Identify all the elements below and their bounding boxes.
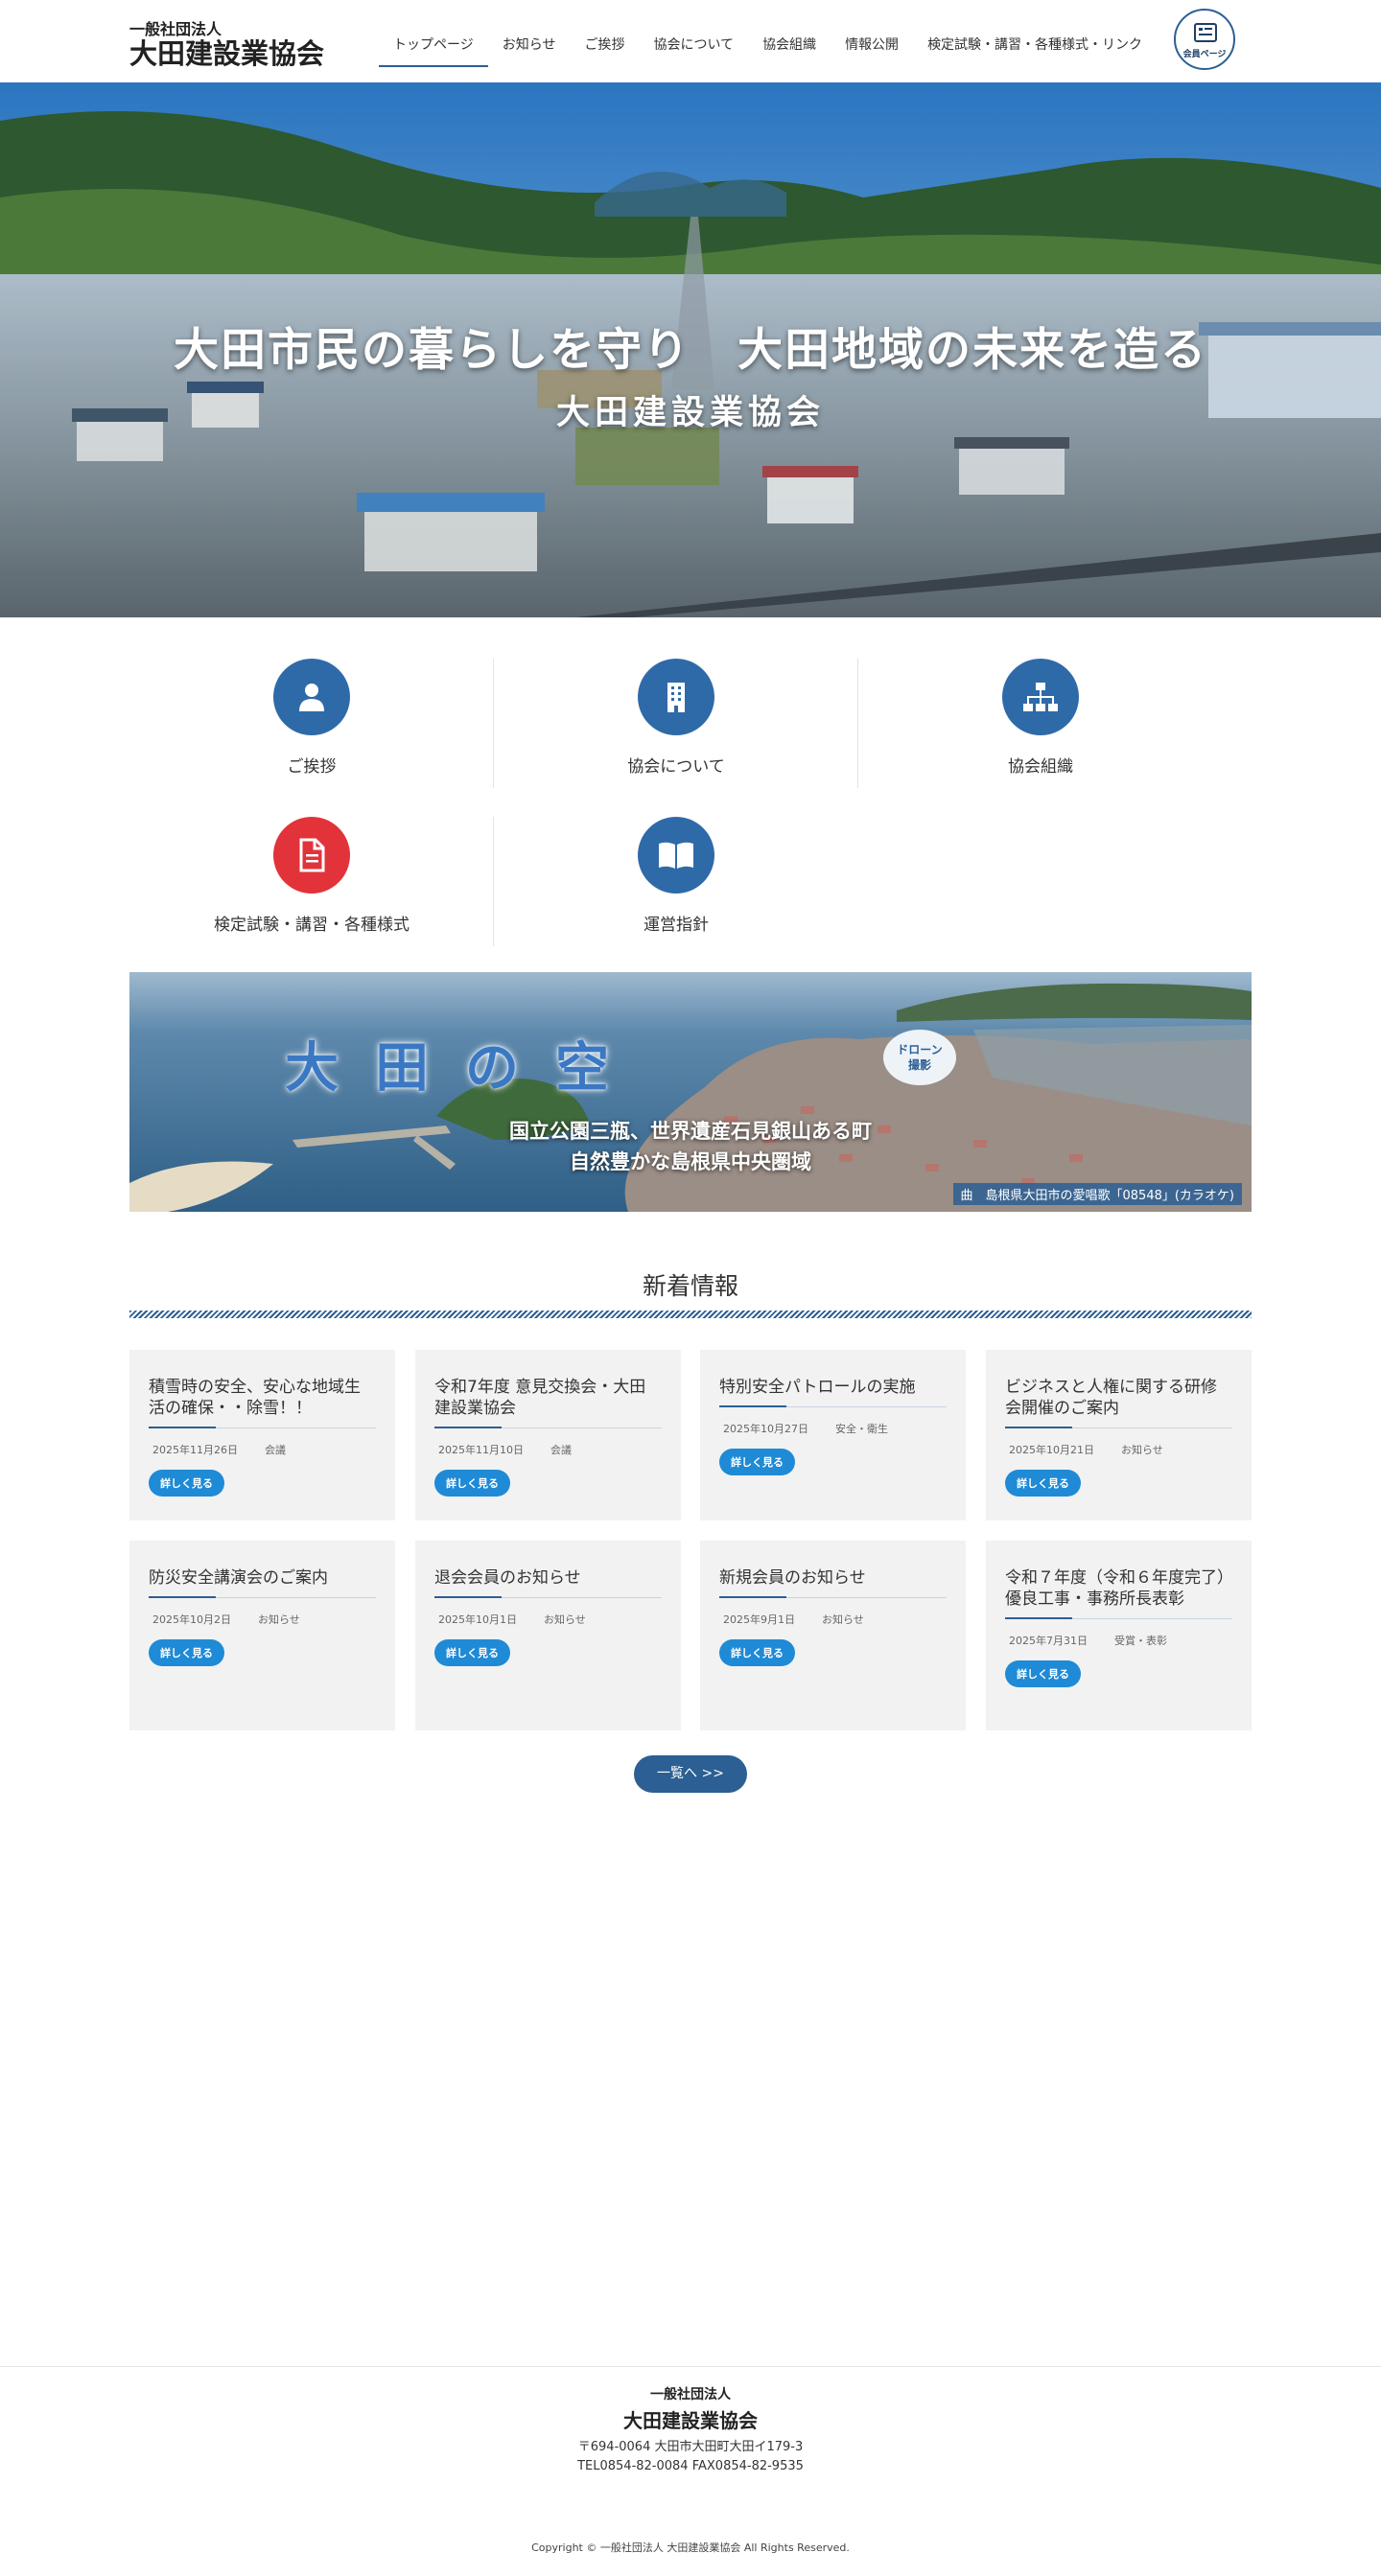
news-category: 安全・衛生 <box>835 1423 888 1435</box>
news-card[interactable]: 特別安全パトロールの実施 2025年10月27日 安全・衛生 詳しく見る <box>700 1350 966 1520</box>
news-date: 2025年10月21日 <box>1009 1444 1094 1456</box>
book-icon <box>638 817 714 893</box>
nav-item-news[interactable]: お知らせ <box>488 0 571 67</box>
member-list-icon <box>1194 23 1217 42</box>
hero-banner: 大田市民の暮らしを守り 大田地域の未来を造る 大田建設業協会 <box>0 82 1381 617</box>
quick-link-about[interactable]: 協会について <box>494 639 858 788</box>
drone-sky-banner[interactable]: 大田の空 ドローン 撮影 国立公園三瓶、世界遺産石見銀山ある町 自然豊かな島根県… <box>129 972 1252 1212</box>
read-more-button[interactable]: 詳しく見る <box>434 1639 510 1666</box>
sky-banner-caption: 自然豊かな島根県中央圏域 <box>570 1150 811 1173</box>
nav-item-exams-links[interactable]: 検定試験・講習・各種様式・リンク <box>913 0 1157 67</box>
quick-link-label: 検定試験・講習・各種様式 <box>214 916 410 935</box>
news-card[interactable]: 令和７年度（令和６年度完了）優良工事・事務所長表彰 2025年7月31日 受賞・表… <box>986 1541 1252 1730</box>
nav-item-about[interactable]: 協会について <box>639 0 748 67</box>
drone-badge-line: 撮影 <box>907 1058 931 1072</box>
news-card-meta: 2025年10月21日 お知らせ <box>1005 1442 1232 1457</box>
news-date: 2025年10月1日 <box>438 1613 517 1626</box>
news-heading-rule <box>129 1311 1252 1318</box>
news-card-title[interactable]: 特別安全パトロールの実施 <box>719 1377 947 1407</box>
drone-badge-line: ドローン <box>897 1043 943 1056</box>
news-card-meta: 2025年10月27日 安全・衛生 <box>719 1421 947 1436</box>
read-more-button[interactable]: 詳しく見る <box>149 1639 224 1666</box>
nav-item-organization[interactable]: 協会組織 <box>748 0 831 67</box>
news-date: 2025年7月31日 <box>1009 1635 1088 1647</box>
quick-link-exams[interactable]: 検定試験・講習・各種様式 <box>129 798 494 946</box>
news-category: お知らせ <box>1121 1444 1163 1456</box>
news-date: 2025年11月10日 <box>438 1444 524 1456</box>
quick-link-policy[interactable]: 運営指針 <box>494 798 858 946</box>
read-more-button[interactable]: 詳しく見る <box>434 1470 510 1497</box>
news-category: 受賞・表彰 <box>1114 1635 1167 1647</box>
footer-org-subtitle: 一般社団法人 <box>650 2387 731 2402</box>
building-icon <box>638 659 714 735</box>
quick-link-label: ご挨拶 <box>287 757 337 777</box>
news-heading: 新着情報 <box>642 1272 738 1300</box>
read-more-button[interactable]: 詳しく見る <box>1005 1470 1081 1497</box>
news-category: お知らせ <box>258 1613 300 1626</box>
news-category: 会議 <box>550 1444 572 1456</box>
news-category: お知らせ <box>822 1613 864 1626</box>
news-card[interactable]: 新規会員のお知らせ 2025年9月1日 お知らせ 詳しく見る <box>700 1541 966 1730</box>
read-more-button[interactable]: 詳しく見る <box>1005 1660 1081 1687</box>
logo-subtitle: 一般社団法人 <box>129 20 222 38</box>
footer-address: 〒694-0064 大田市大田町大田イ179-3 <box>577 2440 804 2454</box>
news-card[interactable]: 積雪時の安全、安心な地域生活の確保・・除雪！！ 2025年11月26日 会議 詳し… <box>129 1350 395 1520</box>
member-page-label: 会員ページ <box>1182 50 1227 59</box>
news-card-title[interactable]: ビジネスと人権に関する研修会開催のご案内 <box>1005 1377 1232 1428</box>
hero-title: 大田市民の暮らしを守り 大田地域の未来を造る <box>174 324 1207 377</box>
member-page-button[interactable]: 会員ページ <box>1174 9 1235 70</box>
news-date: 2025年11月26日 <box>152 1444 238 1456</box>
sky-banner-caption: 国立公園三瓶、世界遺産石見銀山ある町 <box>509 1120 872 1143</box>
news-card-title[interactable]: 新規会員のお知らせ <box>719 1567 947 1598</box>
news-card-title[interactable]: 防災安全講演会のご案内 <box>149 1567 376 1598</box>
sky-banner-title: 大田の空 <box>285 1037 645 1100</box>
logo-title: 大田建設業協会 <box>129 37 325 70</box>
news-card-meta: 2025年9月1日 お知らせ <box>719 1612 947 1627</box>
read-more-button[interactable]: 詳しく見る <box>719 1639 795 1666</box>
news-card-title[interactable]: 退会会員のお知らせ <box>434 1567 662 1598</box>
news-card-title[interactable]: 令和７年度（令和６年度完了）優良工事・事務所長表彰 <box>1005 1567 1232 1619</box>
quick-link-greeting[interactable]: ご挨拶 <box>129 639 494 788</box>
quick-link-organization[interactable]: 協会組織 <box>858 639 1223 788</box>
news-card[interactable]: 令和7年度 意見交換会・大田建設業協会 2025年11月10日 会議 詳しく見る <box>415 1350 681 1520</box>
news-card-title[interactable]: 積雪時の安全、安心な地域生活の確保・・除雪！！ <box>149 1377 376 1428</box>
quick-links: ご挨拶 協会について 協会組織 検定試験・講習・各種様式 運営指針 <box>129 639 1252 946</box>
quick-link-label: 協会組織 <box>1008 757 1073 777</box>
footer-phone: TEL0854-82-0084 FAX0854-82-9535 <box>577 2459 804 2473</box>
news-list-button[interactable]: 一覧へ >> <box>634 1755 747 1793</box>
site-footer: 一般社団法人 大田建設業協会 〒694-0064 大田市大田町大田イ179-3 … <box>0 2366 1381 2576</box>
news-category: 会議 <box>265 1444 286 1456</box>
news-card-meta: 2025年11月26日 会議 <box>149 1442 376 1457</box>
drone-badge: ドローン 撮影 <box>883 1030 956 1085</box>
nav-item-top[interactable]: トップページ <box>379 0 488 67</box>
news-card-title[interactable]: 令和7年度 意見交換会・大田建設業協会 <box>434 1377 662 1428</box>
org-chart-icon <box>1002 659 1079 735</box>
read-more-button[interactable]: 詳しく見る <box>149 1470 224 1497</box>
news-card-meta: 2025年10月1日 お知らせ <box>434 1612 662 1627</box>
document-icon <box>273 817 350 893</box>
footer-org-name: 大田建設業協会 <box>623 2409 758 2432</box>
news-date: 2025年10月27日 <box>723 1423 808 1435</box>
footer-copyright: Copyright © 一般社団法人 大田建設業協会 All Rights Re… <box>531 2541 850 2554</box>
news-card-meta: 2025年11月10日 会議 <box>434 1442 662 1457</box>
main-nav: トップページ お知らせ ご挨拶 協会について 協会組織 情報公開 検定試験・講習… <box>379 0 1157 67</box>
hero-subtitle: 大田建設業協会 <box>555 394 825 432</box>
site-header: 一般社団法人 大田建設業協会 トップページ お知らせ ご挨拶 協会について 協会… <box>0 0 1381 82</box>
news-date: 2025年10月2日 <box>152 1613 231 1626</box>
news-card[interactable]: ビジネスと人権に関する研修会開催のご案内 2025年10月21日 お知らせ 詳しく… <box>986 1350 1252 1520</box>
site-logo[interactable]: 一般社団法人 大田建設業協会 <box>129 20 325 70</box>
nav-item-greeting[interactable]: ご挨拶 <box>570 0 639 67</box>
nav-item-disclosure[interactable]: 情報公開 <box>831 0 913 67</box>
news-date: 2025年9月1日 <box>723 1613 795 1626</box>
song-credit: 曲 島根県大田市の愛唱歌「08548」(カラオケ) <box>952 1183 1242 1205</box>
news-card-meta: 2025年7月31日 受賞・表彰 <box>1005 1633 1232 1648</box>
news-card[interactable]: 退会会員のお知らせ 2025年10月1日 お知らせ 詳しく見る <box>415 1541 681 1730</box>
news-card-meta: 2025年10月2日 お知らせ <box>149 1612 376 1627</box>
read-more-button[interactable]: 詳しく見る <box>719 1449 795 1475</box>
news-card[interactable]: 防災安全講演会のご案内 2025年10月2日 お知らせ 詳しく見る <box>129 1541 395 1730</box>
quick-link-label: 協会について <box>627 757 725 777</box>
news-category: お知らせ <box>544 1613 586 1626</box>
quick-link-label: 運営指針 <box>644 916 709 935</box>
person-icon <box>273 659 350 735</box>
